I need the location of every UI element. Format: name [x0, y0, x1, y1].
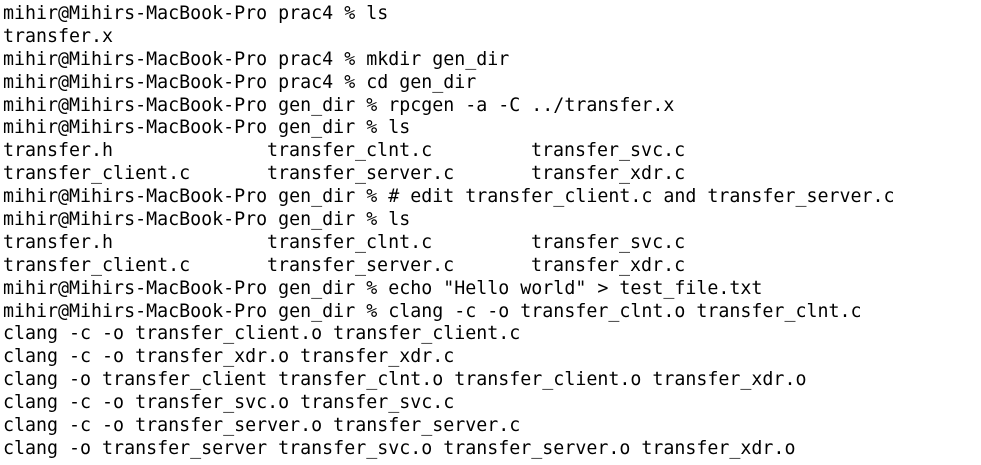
terminal-line: clang -o transfer_client transfer_clnt.o…	[3, 369, 807, 391]
file-entry: transfer_clnt.c	[267, 231, 433, 253]
terminal-line: clang -c -o transfer_client.o transfer_c…	[3, 323, 521, 345]
terminal-line: mihir@Mihirs-MacBook-Pro prac4 % mkdir g…	[3, 48, 510, 70]
file-entry: transfer_server.c	[267, 254, 455, 276]
ls-output-row: transfer_client.c transfer_server.c tran…	[3, 163, 981, 186]
file-entry: transfer_clnt.c	[267, 140, 433, 162]
terminal-line: mihir@Mihirs-MacBook-Pro prac4 % cd gen_…	[3, 71, 477, 93]
terminal-line: mihir@Mihirs-MacBook-Pro gen_dir % # edi…	[3, 186, 895, 208]
ls-output-row: transfer_client.c transfer_server.c tran…	[3, 255, 981, 278]
terminal-line: mihir@Mihirs-MacBook-Pro gen_dir % clang…	[3, 300, 862, 322]
terminal-line: clang -c -o transfer_xdr.o transfer_xdr.…	[3, 346, 455, 368]
file-entry: transfer_client.c	[3, 254, 191, 276]
file-entry: transfer.h	[3, 140, 114, 162]
file-entry: transfer.h	[3, 231, 114, 253]
terminal-line: mihir@Mihirs-MacBook-Pro gen_dir % echo …	[3, 277, 763, 299]
terminal-line: transfer.x	[3, 25, 114, 47]
terminal-line: mihir@Mihirs-MacBook-Pro gen_dir % rpcge…	[3, 94, 675, 116]
terminal-line: clang -o transfer_server transfer_svc.o …	[3, 437, 796, 459]
file-entry: transfer_server.c	[267, 163, 455, 185]
terminal-output[interactable]: mihir@Mihirs-MacBook-Pro prac4 % ls tran…	[0, 0, 981, 465]
terminal-line: clang -c -o transfer_svc.o transfer_svc.…	[3, 392, 455, 414]
file-entry: transfer_svc.c	[531, 140, 686, 162]
file-entry: transfer_client.c	[3, 163, 191, 185]
file-entry: transfer_xdr.c	[531, 163, 686, 185]
terminal-line: mihir@Mihirs-MacBook-Pro gen_dir % ls	[3, 117, 411, 139]
ls-output-row: transfer.h transfer_clnt.c transfer_svc.…	[3, 140, 981, 163]
terminal-line: clang -c -o transfer_server.o transfer_s…	[3, 415, 521, 437]
terminal-line: mihir@Mihirs-MacBook-Pro gen_dir % ls	[3, 209, 411, 231]
file-entry: transfer_svc.c	[531, 231, 686, 253]
terminal-line: mihir@Mihirs-MacBook-Pro prac4 % ls	[3, 3, 389, 24]
ls-output-row: transfer.h transfer_clnt.c transfer_svc.…	[3, 232, 981, 255]
file-entry: transfer_xdr.c	[531, 254, 686, 276]
